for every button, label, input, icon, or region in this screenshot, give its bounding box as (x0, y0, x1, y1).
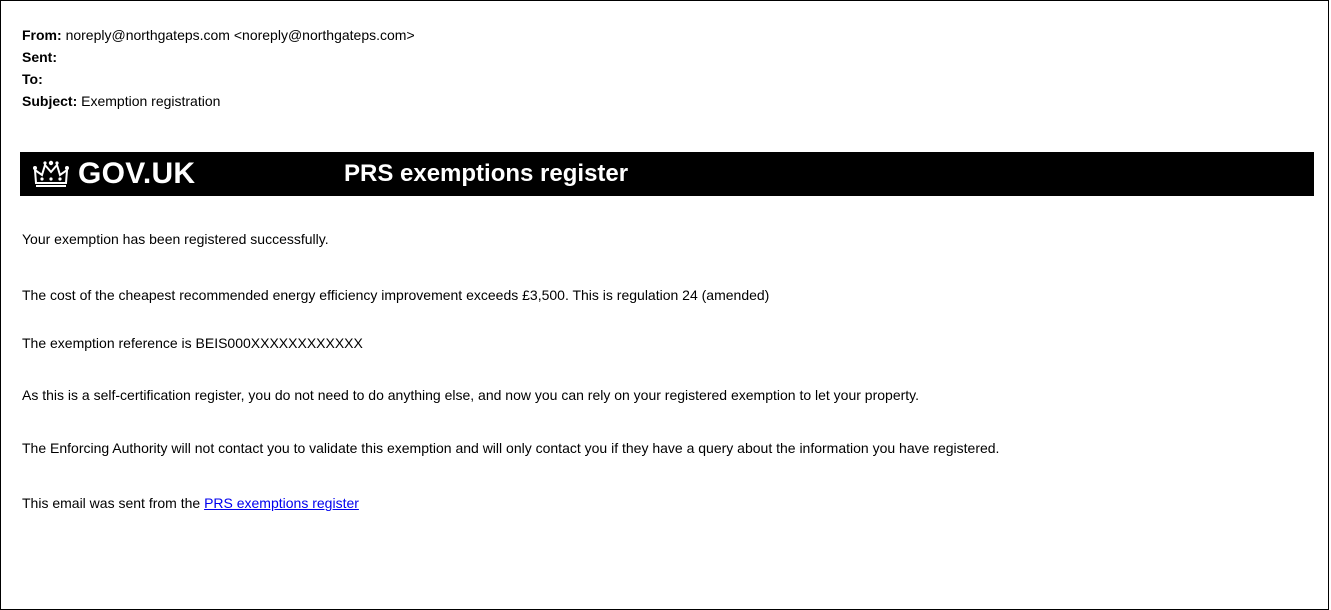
email-headers: From: noreply@northgateps.com <noreply@n… (22, 24, 415, 112)
subject-row: Subject: Exemption registration (22, 90, 415, 112)
success-message: Your exemption has been registered succe… (22, 231, 329, 247)
enforcing-authority-message: The Enforcing Authority will not contact… (22, 440, 1000, 456)
crown-icon (33, 160, 69, 187)
from-row: From: noreply@northgateps.com <noreply@n… (22, 24, 415, 46)
subject-label: Subject: (22, 93, 78, 109)
from-label: From: (22, 27, 62, 43)
govuk-logo-text: GOV.UK (78, 157, 196, 190)
sent-label: Sent: (22, 49, 57, 65)
footer-prefix: This email was sent from the (22, 495, 205, 511)
to-label: To: (22, 71, 43, 87)
subject-value: Exemption registration (81, 93, 221, 109)
footer-line: This email was sent from the PRS exempti… (22, 493, 359, 513)
exemption-reference: The exemption reference is BEIS000XXXXXX… (22, 335, 363, 351)
from-value: noreply@northgateps.com <noreply@northga… (65, 27, 415, 43)
self-certification-message: As this is a self-certification register… (22, 387, 920, 403)
service-name: PRS exemptions register (344, 160, 629, 187)
govuk-banner: GOV.UK PRS exemptions register (20, 152, 1314, 196)
regulation-message: The cost of the cheapest recommended ene… (22, 287, 770, 303)
prs-register-link[interactable]: PRS exemptions register (204, 495, 359, 511)
sent-row: Sent: (22, 46, 415, 68)
to-row: To: (22, 68, 415, 90)
